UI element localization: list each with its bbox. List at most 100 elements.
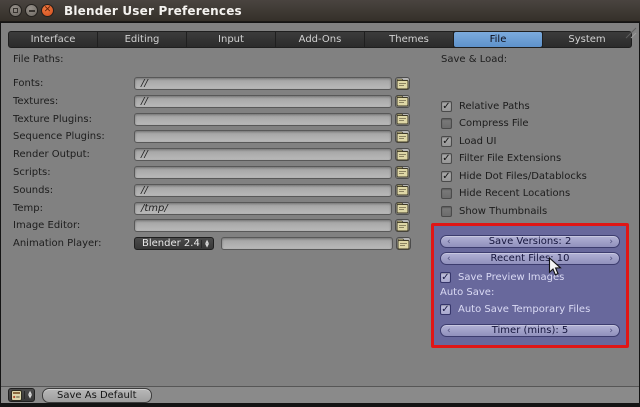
checkbox-label: Hide Recent Locations [459,188,570,199]
checkbox-label: Hide Dot Files/Datablocks [459,171,587,182]
path-input[interactable] [134,166,392,179]
file-path-row: Render Output:// [13,148,413,161]
recent-files-slider[interactable]: ‹ Recent Files: 10 › [440,252,620,265]
folder-browse-button[interactable] [395,130,410,143]
file-path-row: Texture Plugins: [13,113,413,126]
tab-add-ons[interactable]: Add-Ons [276,32,364,47]
folder-icon [396,95,409,107]
file-path-row: Fonts:// [13,77,413,90]
file-path-row: Scripts: [13,166,413,179]
tab-strip: InterfaceEditingInputAdd-OnsThemesFileSy… [8,31,632,48]
checkbox-row: Hide Dot Files/Datablocks [441,170,587,182]
tab-editing[interactable]: Editing [98,32,186,47]
maximize-button[interactable] [9,4,22,17]
checkbox-row: Compress File [441,118,587,130]
auto-save-label: Auto Save: [440,288,620,298]
checkbox-label: Load UI [459,136,496,147]
field-label: Sequence Plugins: [13,131,134,142]
mouse-cursor [548,257,562,277]
save-preview-images-checkbox[interactable] [440,272,451,283]
show-thumbnails-checkbox[interactable] [441,206,452,217]
timer-value: Timer (mins): 5 [492,325,569,336]
relative-paths-checkbox[interactable] [441,101,452,112]
folder-icon [397,238,410,250]
hide-dot-files-datablocks-checkbox[interactable] [441,171,452,182]
tab-file[interactable]: File [454,32,542,47]
field-label: Sounds: [13,185,134,196]
path-input[interactable] [134,219,392,232]
decrement-arrow-icon[interactable]: ‹ [447,325,451,337]
path-input[interactable] [134,130,392,143]
field-label: Fonts: [13,78,134,89]
minimize-icon [29,10,35,12]
filter-file-extensions-checkbox[interactable] [441,153,452,164]
checkbox-row: Auto Save Temporary Files [440,303,620,315]
field-label: Textures: [13,96,134,107]
corner-grip-icon[interactable] [623,25,637,39]
field-label: Image Editor: [13,220,134,231]
tab-system[interactable]: System [543,32,631,47]
folder-icon [396,131,409,143]
decrement-arrow-icon[interactable]: ‹ [447,236,451,248]
folder-icon [396,220,409,232]
maximize-icon [13,8,18,13]
editor-type-selector[interactable]: ▲▼ [8,388,35,402]
save-load-section-label: Save & Load: [441,54,507,65]
file-path-row: Image Editor: [13,219,413,232]
hide-recent-locations-checkbox[interactable] [441,188,452,199]
field-label: Render Output: [13,149,134,160]
path-input[interactable]: // [134,95,392,108]
increment-arrow-icon[interactable]: › [609,236,613,248]
save-versions-slider[interactable]: ‹ Save Versions: 2 › [440,235,620,248]
checkbox-label: Compress File [459,118,529,129]
file-path-row: Sounds:// [13,184,413,197]
increment-arrow-icon[interactable]: › [609,325,613,337]
animation-player-row: Animation Player: Blender 2.4 ▲▼ [13,237,413,250]
field-label: Scripts: [13,167,134,178]
folder-browse-button[interactable] [396,237,411,250]
folder-browse-button[interactable] [395,184,410,197]
close-button[interactable]: ✕ [41,4,54,17]
window-controls: ✕ [9,4,54,17]
compress-file-checkbox[interactable] [441,118,452,129]
folder-browse-button[interactable] [395,113,410,126]
file-path-row: Temp:/tmp/ [13,202,413,215]
blender-preferences-window: ✕ Blender User Preferences InterfaceEdit… [0,0,640,407]
animation-player-path-input[interactable] [221,237,393,250]
folder-icon [396,113,409,125]
load-ui-checkbox[interactable] [441,136,452,147]
path-input[interactable]: /tmp/ [134,202,392,215]
folder-browse-button[interactable] [395,95,410,108]
animation-player-dropdown[interactable]: Blender 2.4 ▲▼ [134,237,214,250]
minimize-button[interactable] [25,4,38,17]
auto-save-temporary-files-checkbox[interactable] [440,304,451,315]
folder-browse-button[interactable] [395,219,410,232]
file-path-row: Textures:// [13,95,413,108]
tab-interface[interactable]: Interface [9,32,97,47]
decrement-arrow-icon[interactable]: ‹ [447,253,451,265]
path-input[interactable] [134,113,392,126]
titlebar: ✕ Blender User Preferences [0,0,640,22]
folder-browse-button[interactable] [395,77,410,90]
checkbox-label: Show Thumbnails [459,206,547,217]
timer-mins-slider[interactable]: ‹ Timer (mins): 5 › [440,324,620,337]
file-path-row: Sequence Plugins: [13,130,413,143]
folder-browse-button[interactable] [395,148,410,161]
folder-icon [396,184,409,196]
folder-browse-button[interactable] [395,166,410,179]
folder-icon [396,149,409,161]
checkbox-label: Filter File Extensions [459,153,561,164]
chevron-up-down-icon: ▲▼ [24,391,32,399]
footer-bar: ▲▼ Save As Default [1,386,639,403]
path-input[interactable]: // [134,77,392,90]
tab-input[interactable]: Input [187,32,275,47]
checkbox-row: Show Thumbnails [441,205,587,217]
path-input[interactable]: // [134,184,392,197]
increment-arrow-icon[interactable]: › [609,253,613,265]
path-input[interactable]: // [134,148,392,161]
field-label: Temp: [13,203,134,214]
folder-browse-button[interactable] [395,202,410,215]
save-as-default-button[interactable]: Save As Default [42,388,152,403]
tab-themes[interactable]: Themes [365,32,453,47]
folder-icon [396,166,409,178]
